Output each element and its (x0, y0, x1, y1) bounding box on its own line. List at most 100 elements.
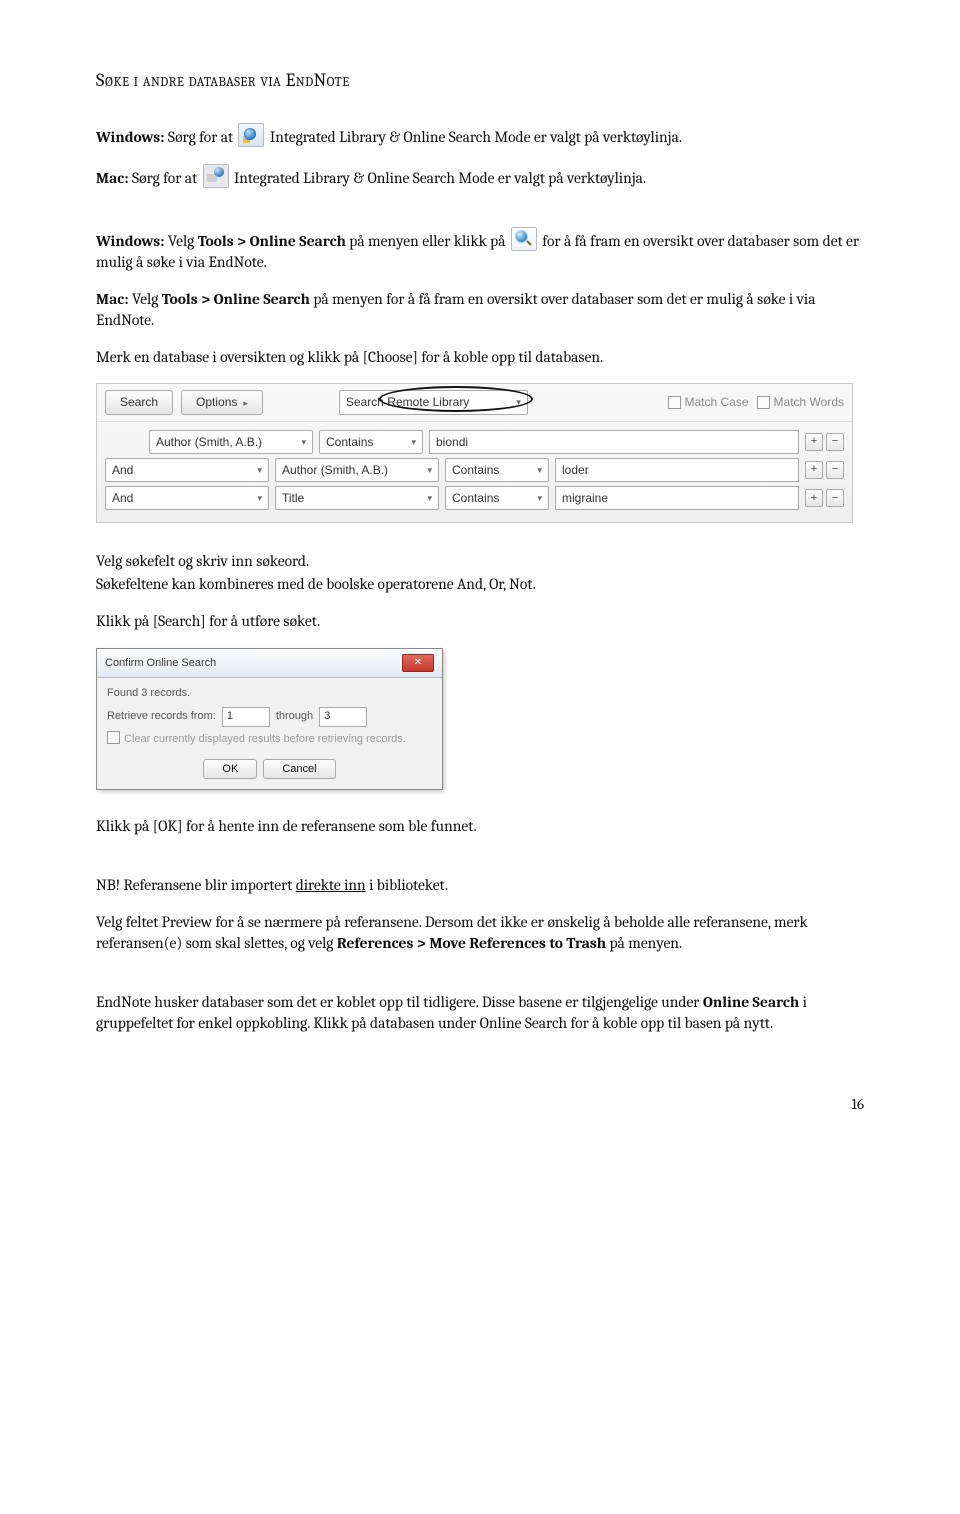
add-row-button[interactable]: + (805, 489, 823, 507)
chevron-down-icon: ▾ (411, 436, 416, 448)
search-mode-value: Search Remote Library (346, 394, 469, 410)
field-dropdown[interactable]: Author (Smith, A.B.) ▾ (149, 430, 313, 454)
found-records-label: Found 3 records. (107, 686, 432, 701)
from-input[interactable]: 1 (222, 707, 270, 727)
add-row-button[interactable]: + (805, 461, 823, 479)
clear-results-checkbox[interactable]: Clear currently displayed results before… (107, 731, 432, 747)
search-row: And▾ Title▾ Contains▾ migraine +− (105, 486, 844, 510)
page-heading: Søke i andre databaser via EndNote (96, 68, 864, 93)
label-mac: Mac: (96, 169, 129, 187)
operator-dropdown[interactable]: And ▾ (105, 458, 269, 482)
cancel-button[interactable]: Cancel (263, 759, 335, 780)
through-label: through (276, 709, 313, 724)
operator-value: And (112, 490, 133, 506)
paragraph-boolean-ops: Søkefeltene kan kombineres med de boolsk… (96, 574, 864, 595)
field-value: Author (Smith, A.B.) (282, 462, 388, 478)
field-dropdown[interactable]: Author (Smith, A.B.) ▾ (275, 458, 439, 482)
match-words-label: Match Words (774, 394, 844, 410)
text: Integrated Library & Online Search Mode … (231, 169, 647, 187)
condition-dropdown[interactable]: Contains▾ (445, 486, 549, 510)
paragraph-choose-db: Merk en database i oversikten og klikk p… (96, 347, 864, 368)
operator-dropdown[interactable]: And ▾ (105, 486, 269, 510)
search-row: And ▾ Author (Smith, A.B.) ▾ Contains ▾ lod… (105, 458, 844, 482)
search-term-input[interactable]: migraine (555, 486, 799, 510)
checkbox-box-icon (107, 731, 120, 744)
chevron-right-icon: ▸ (243, 398, 248, 408)
match-words-checkbox[interactable]: Match Words (757, 394, 844, 410)
search-rows: Author (Smith, A.B.) ▾ Contains ▾ biondi +… (97, 422, 852, 523)
through-input[interactable]: 3 (319, 707, 367, 727)
paragraph-click-ok: Klikk på [OK] for å hente inn de referan… (96, 816, 864, 837)
match-case-label: Match Case (685, 394, 749, 410)
clear-results-label: Clear currently displayed results before… (124, 733, 406, 745)
text: på menyen. (606, 934, 682, 952)
text: Velg (129, 290, 162, 308)
search-mode-dropdown[interactable]: Search Remote Library ▾ (339, 390, 528, 414)
menu-path: References > Move References to Trash (337, 934, 606, 952)
label-windows: Windows: (96, 232, 165, 250)
remove-row-button[interactable]: − (826, 461, 844, 479)
match-case-checkbox[interactable]: Match Case (668, 394, 749, 410)
chevron-down-icon: ▾ (427, 464, 432, 476)
text: EndNote husker databaser som det er kobl… (96, 993, 703, 1011)
integrated-mode-mac-icon (203, 164, 229, 188)
page-number: 16 (96, 1094, 864, 1114)
chevron-down-icon: ▾ (257, 464, 262, 476)
text: Integrated Library & Online Search Mode … (266, 128, 682, 146)
dialog-body: Found 3 records. Retrieve records from: … (97, 678, 442, 753)
paragraph-windows-menu: Windows: Velg Tools > Online Search på m… (96, 227, 864, 273)
checkbox-box-icon (668, 396, 681, 409)
menu-path: Tools > Online Search (162, 290, 310, 308)
paragraph-mac-menu: Mac: Velg Tools > Online Search på menye… (96, 289, 864, 331)
dialog-title: Confirm Online Search (105, 656, 216, 671)
operator-value: And (112, 462, 133, 478)
search-panel: Search Options▸ Search Remote Library ▾ … (96, 383, 853, 523)
paragraph-choose-field: Velg søkefelt og skriv inn søkeord. (96, 551, 864, 572)
paragraph-click-search: Klikk på [Search] for å utføre søket. (96, 611, 864, 632)
search-panel-toolbar: Search Options▸ Search Remote Library ▾ … (97, 384, 852, 421)
remove-row-button[interactable]: − (826, 433, 844, 451)
dialog-buttons: OK Cancel (97, 753, 442, 790)
search-row: Author (Smith, A.B.) ▾ Contains ▾ biondi +… (105, 430, 844, 454)
search-term-input[interactable]: loder (555, 458, 799, 482)
text: NB! Referansene blir importert (96, 876, 296, 894)
label-online-search: Online Search (703, 993, 799, 1011)
field-dropdown[interactable]: Title▾ (275, 486, 439, 510)
menu-path: Tools > Online Search (198, 232, 346, 250)
text-underlined: direkte inn (296, 876, 366, 894)
confirm-dialog: Confirm Online Search ✕ Found 3 records.… (96, 648, 443, 791)
condition-dropdown[interactable]: Contains ▾ (319, 430, 423, 454)
paragraph-nb-import: NB! Referansene blir importert direkte i… (96, 875, 864, 896)
close-button[interactable]: ✕ (402, 654, 434, 672)
text: Velg (165, 232, 198, 250)
condition-value: Contains (452, 462, 499, 478)
integrated-mode-icon (238, 123, 264, 147)
paragraph-remembered-db: EndNote husker databaser som det er kobl… (96, 992, 864, 1034)
dialog-titlebar: Confirm Online Search ✕ (97, 649, 442, 678)
options-label: Options (196, 395, 237, 409)
chevron-down-icon: ▾ (257, 492, 262, 504)
remove-row-button[interactable]: − (826, 489, 844, 507)
paragraph-mac-toolbar: Mac: Sørg for at Integrated Library & On… (96, 164, 864, 189)
condition-value: Contains (452, 490, 499, 506)
text: på menyen eller klikk på (346, 232, 509, 250)
search-term-input[interactable]: biondi (429, 430, 799, 454)
chevron-down-icon: ▾ (516, 396, 521, 408)
retrieve-from-label: Retrieve records from: (107, 709, 216, 724)
search-button[interactable]: Search (105, 390, 173, 414)
paragraph-preview-trash: Velg feltet Preview for å se nærmere på … (96, 912, 864, 954)
text: i biblioteket. (366, 876, 448, 894)
label-windows: Windows: (96, 128, 165, 146)
chevron-down-icon: ▾ (427, 492, 432, 504)
condition-value: Contains (326, 434, 373, 450)
label-mac: Mac: (96, 290, 129, 308)
ok-button[interactable]: OK (203, 759, 257, 780)
options-button[interactable]: Options ▸ (181, 390, 263, 414)
chevron-down-icon: ▾ (537, 464, 542, 476)
chevron-down-icon: ▾ (301, 436, 306, 448)
condition-dropdown[interactable]: Contains ▾ (445, 458, 549, 482)
text: Sørg for at (129, 169, 201, 187)
add-row-button[interactable]: + (805, 433, 823, 451)
field-value: Author (Smith, A.B.) (156, 434, 262, 450)
paragraph-windows-toolbar: Windows: Sørg for at Integrated Library … (96, 123, 864, 148)
